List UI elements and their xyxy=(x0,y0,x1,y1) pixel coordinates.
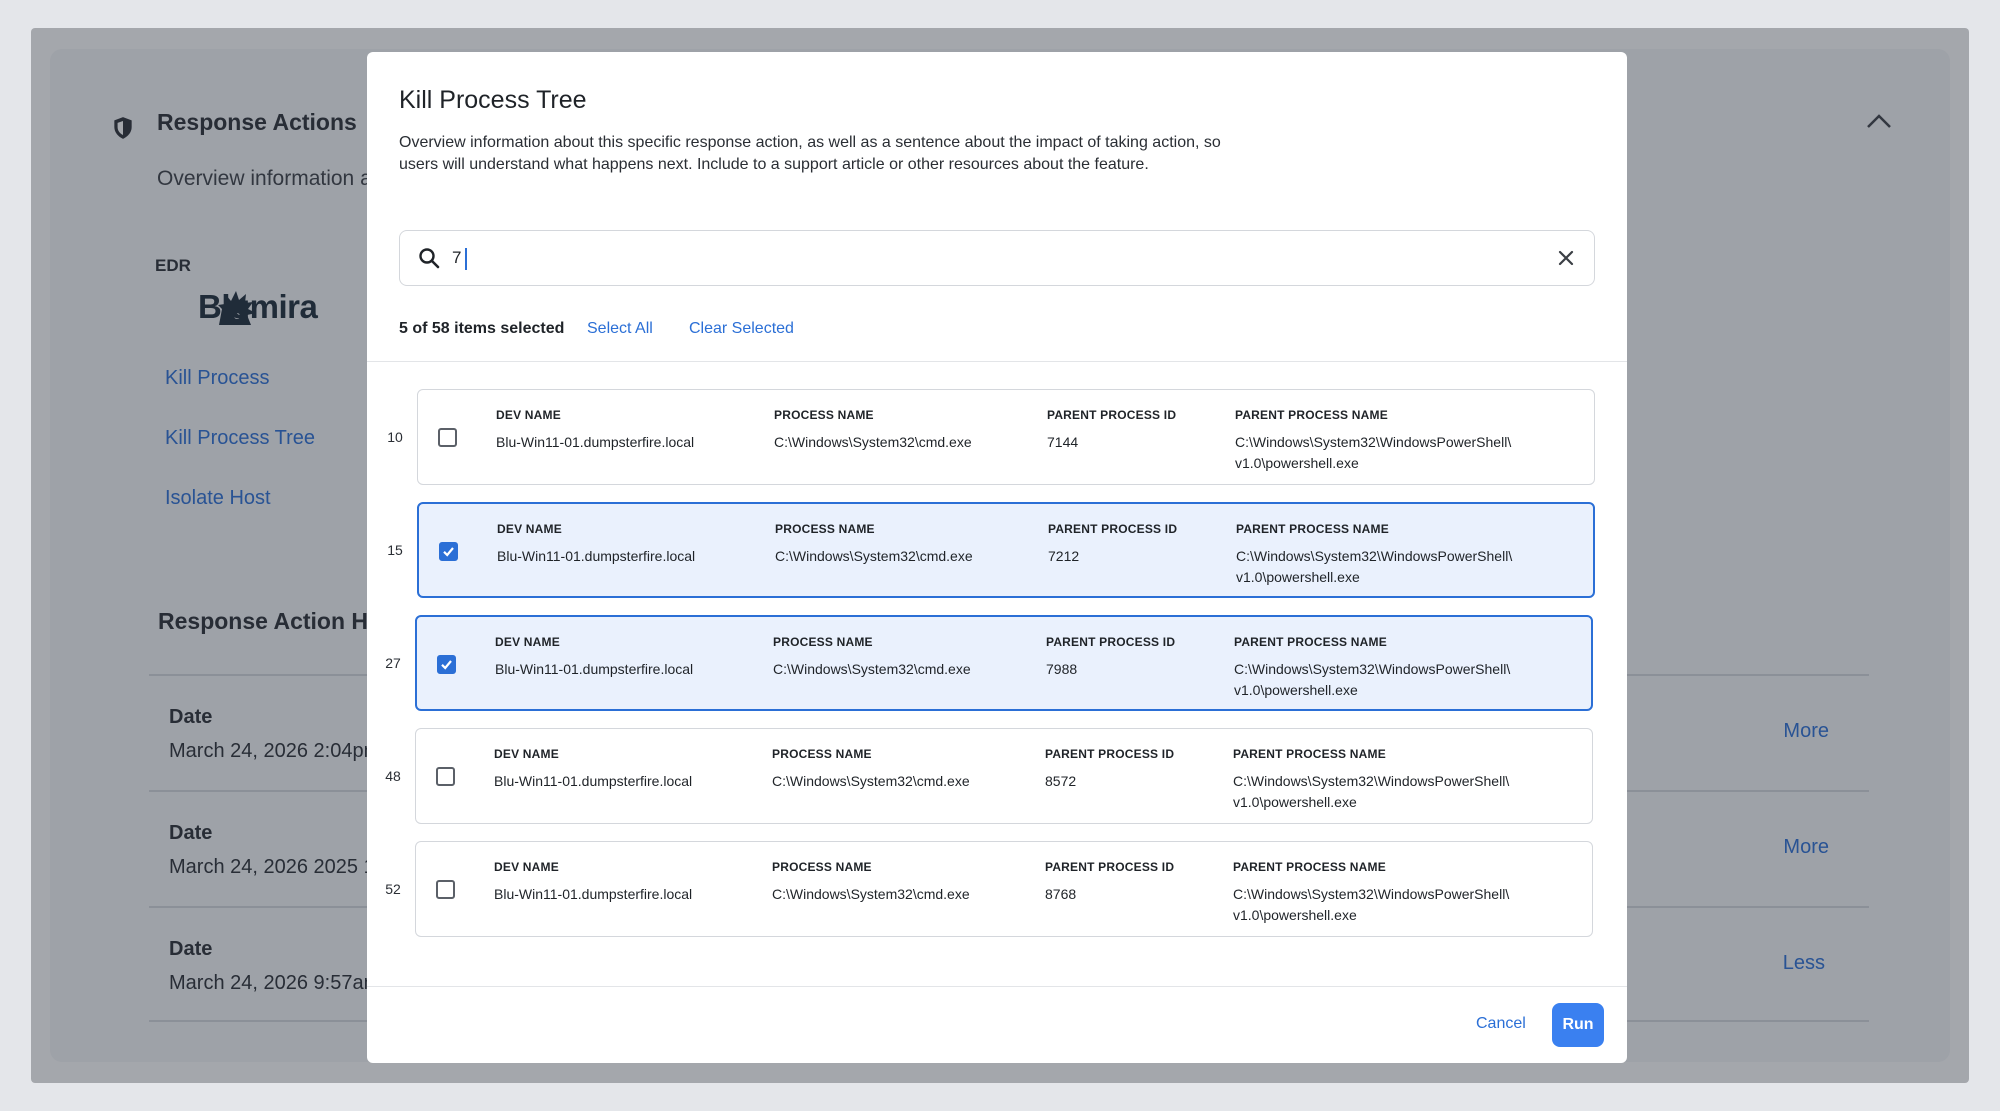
parent-pid-value: 7144 xyxy=(1047,434,1079,450)
checkmark-icon xyxy=(443,547,454,557)
col-header-dev-name: DEV NAME xyxy=(494,747,559,761)
parent-name-value: C:\Windows\System32\WindowsPowerShell\ v1… xyxy=(1233,884,1553,926)
col-header-parent-pid: PARENT PROCESS ID xyxy=(1047,408,1177,422)
close-icon[interactable] xyxy=(1556,248,1576,268)
row-checkbox[interactable] xyxy=(438,428,457,447)
row-number: 48 xyxy=(385,768,401,784)
dev-name-value: Blu-Win11-01.dumpsterfire.local xyxy=(497,548,696,564)
process-row[interactable]: DEV NAME PROCESS NAME PARENT PROCESS ID PAR… xyxy=(415,841,1593,937)
col-header-process-name: PROCESS NAME xyxy=(775,522,875,536)
col-header-parent-name: PARENT PROCESS NAME xyxy=(1233,747,1386,761)
parent-name-line: C:\Windows\System32\WindowsPowerShell\ xyxy=(1235,434,1512,450)
parent-pid-value: 7988 xyxy=(1046,661,1078,677)
parent-name-value: C:\Windows\System32\WindowsPowerShell\ v1… xyxy=(1235,432,1555,474)
checkmark-icon xyxy=(441,660,452,670)
parent-name-line: v1.0\powershell.exe xyxy=(1236,569,1360,585)
parent-name-value: C:\Windows\System32\WindowsPowerShell\ v1… xyxy=(1234,659,1554,701)
row-number: 52 xyxy=(385,881,401,897)
modal-description-line: Overview information about this specific… xyxy=(399,134,1221,151)
parent-name-line: v1.0\powershell.exe xyxy=(1235,455,1359,471)
parent-name-line: v1.0\powershell.exe xyxy=(1234,682,1358,698)
text-caret xyxy=(465,248,467,270)
col-header-parent-name: PARENT PROCESS NAME xyxy=(1233,860,1386,874)
col-header-parent-name: PARENT PROCESS NAME xyxy=(1234,635,1387,649)
search-icon xyxy=(419,248,440,269)
col-header-dev-name: DEV NAME xyxy=(497,522,562,536)
divider xyxy=(367,361,1627,362)
row-number: 10 xyxy=(387,429,403,445)
col-header-parent-pid: PARENT PROCESS ID xyxy=(1045,860,1175,874)
parent-name-value: C:\Windows\System32\WindowsPowerShell\ v1… xyxy=(1236,546,1556,588)
col-header-dev-name: DEV NAME xyxy=(495,635,560,649)
parent-pid-value: 8572 xyxy=(1045,773,1077,789)
dev-name-value: Blu-Win11-01.dumpsterfire.local xyxy=(496,434,695,450)
cancel-button[interactable]: Cancel xyxy=(1476,1015,1526,1033)
run-button[interactable]: Run xyxy=(1552,1003,1604,1047)
parent-pid-value: 7212 xyxy=(1048,548,1080,564)
modal-description-line: users will understand what happens next.… xyxy=(399,156,1149,173)
col-header-parent-pid: PARENT PROCESS ID xyxy=(1046,635,1176,649)
parent-name-value: C:\Windows\System32\WindowsPowerShell\ v1… xyxy=(1233,771,1553,813)
process-row[interactable]: DEV NAME PROCESS NAME PARENT PROCESS ID PAR… xyxy=(417,502,1595,598)
parent-name-line: C:\Windows\System32\WindowsPowerShell\ xyxy=(1236,548,1513,564)
parent-pid-value: 8768 xyxy=(1045,886,1077,902)
select-all-button[interactable]: Select All xyxy=(587,320,653,338)
process-row[interactable]: DEV NAME PROCESS NAME PARENT PROCESS ID PAR… xyxy=(415,728,1593,824)
row-checkbox[interactable] xyxy=(436,767,455,786)
row-checkbox[interactable] xyxy=(439,542,458,561)
modal-description: Overview information about this specific… xyxy=(399,132,1299,176)
process-name-value: C:\Windows\System32\cmd.exe xyxy=(775,548,973,564)
dev-name-value: Blu-Win11-01.dumpsterfire.local xyxy=(495,661,694,677)
process-name-value: C:\Windows\System32\cmd.exe xyxy=(772,886,970,902)
dev-name-value: Blu-Win11-01.dumpsterfire.local xyxy=(494,773,693,789)
clear-selected-button[interactable]: Clear Selected xyxy=(689,320,794,338)
process-row[interactable]: DEV NAME PROCESS NAME PARENT PROCESS ID PAR… xyxy=(417,389,1595,485)
row-number: 27 xyxy=(385,655,401,671)
row-checkbox[interactable] xyxy=(437,655,456,674)
kill-process-tree-modal: Kill Process Tree Overview information a… xyxy=(367,52,1627,1063)
dev-name-value: Blu-Win11-01.dumpsterfire.local xyxy=(494,886,693,902)
process-name-value: C:\Windows\System32\cmd.exe xyxy=(773,661,971,677)
parent-name-line: C:\Windows\System32\WindowsPowerShell\ xyxy=(1233,773,1510,789)
modal-title: Kill Process Tree xyxy=(399,86,587,114)
row-number: 15 xyxy=(387,542,403,558)
selection-count: 5 of 58 items selected xyxy=(399,320,565,337)
parent-name-line: v1.0\powershell.exe xyxy=(1233,794,1357,810)
parent-name-line: C:\Windows\System32\WindowsPowerShell\ xyxy=(1233,886,1510,902)
search-box xyxy=(399,230,1595,286)
col-header-process-name: PROCESS NAME xyxy=(773,635,873,649)
parent-name-line: v1.0\powershell.exe xyxy=(1233,907,1357,923)
process-row[interactable]: DEV NAME PROCESS NAME PARENT PROCESS ID PAR… xyxy=(415,615,1593,711)
col-header-process-name: PROCESS NAME xyxy=(772,747,872,761)
col-header-parent-pid: PARENT PROCESS ID xyxy=(1048,522,1178,536)
search-input[interactable] xyxy=(452,243,1512,273)
col-header-parent-name: PARENT PROCESS NAME xyxy=(1235,408,1388,422)
col-header-parent-pid: PARENT PROCESS ID xyxy=(1045,747,1175,761)
parent-name-line: C:\Windows\System32\WindowsPowerShell\ xyxy=(1234,661,1511,677)
col-header-dev-name: DEV NAME xyxy=(494,860,559,874)
divider xyxy=(367,986,1627,987)
col-header-dev-name: DEV NAME xyxy=(496,408,561,422)
col-header-process-name: PROCESS NAME xyxy=(774,408,874,422)
process-name-value: C:\Windows\System32\cmd.exe xyxy=(774,434,972,450)
col-header-process-name: PROCESS NAME xyxy=(772,860,872,874)
row-checkbox[interactable] xyxy=(436,880,455,899)
process-name-value: C:\Windows\System32\cmd.exe xyxy=(772,773,970,789)
col-header-parent-name: PARENT PROCESS NAME xyxy=(1236,522,1389,536)
